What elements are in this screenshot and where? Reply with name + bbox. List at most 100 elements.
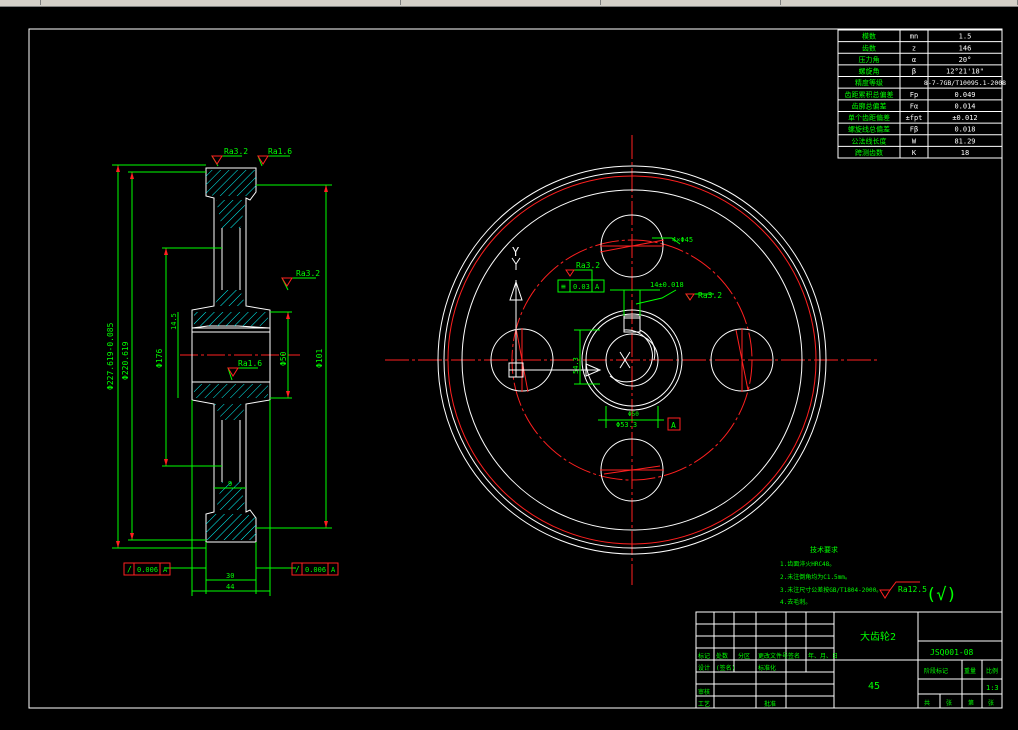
tb-approve-label: 批准 [764, 700, 776, 708]
toolbar-segment[interactable] [40, 0, 401, 5]
title-block: 标记 处数 分区 更改文件号 签名 年、月、日设计 (签名) 标准化审核工艺 批准 大齿轮2 45 J… [695, 611, 1003, 709]
param-cell-1-0: 齿数 [862, 43, 876, 52]
param-cell-6-1: Fα [910, 102, 918, 110]
roughness-mid: Ra3.2 [296, 269, 320, 278]
toolbar-segment[interactable] [0, 0, 41, 5]
toolbar-segment[interactable] [780, 0, 1018, 5]
svg-text:0.006: 0.006 [137, 566, 158, 574]
rim-bottom-hatch [206, 514, 256, 540]
param-cell-10-0: 跨测齿数 [855, 148, 883, 157]
param-cell-8-0: 螺旋线总偏差 [848, 125, 890, 134]
axis-y-label: Y [512, 245, 520, 259]
roughness-top-2: Ra1.6 [268, 147, 292, 156]
param-cell-6-0: 齿廓总偏差 [852, 101, 887, 110]
dim-face-width: 30 [226, 572, 234, 580]
tb-sheet-unit-2: 张 [988, 699, 994, 707]
param-cell-3-1: β [912, 68, 916, 76]
tb-weight-label: 重量 [964, 667, 976, 675]
other-roughness-symbol: Ra12.5 (√) [879, 581, 957, 605]
tb-design-label: 设计 [698, 664, 710, 672]
tb-standard-label: 标准化 [758, 664, 776, 672]
svg-text:2.未注倒角均为C1.5mm。: 2.未注倒角均为C1.5mm。 [780, 573, 851, 581]
param-cell-7-0: 单个齿距偏差 [848, 113, 890, 122]
tb-check-label: 审核 [698, 688, 710, 696]
dim-keyway: 14.5 [170, 313, 178, 330]
param-cell-5-1: Fp [910, 91, 918, 99]
tb-material: 45 [868, 681, 880, 692]
svg-text:A: A [163, 566, 168, 574]
cad-drawing-canvas[interactable]: 模数 mn 1.5 齿数 z 146 压力角 α 20° 螺旋角 β 12°21'18" 精度等级 8-7… [0, 6, 1018, 730]
param-cell-3-0: 螺旋角 [859, 67, 880, 76]
symmetry-tolerance: ≡ 0.03 A [557, 279, 605, 293]
tb-part-name: 大齿轮2 [860, 630, 896, 643]
rim-top-hatch [206, 170, 256, 196]
param-cell-9-0: 公法线长度 [852, 136, 887, 145]
tb-drawing-number: JSQ001-08 [930, 648, 974, 657]
toolbar-segment[interactable] [600, 0, 781, 5]
param-cell-4-2: 8-7-7GB/T10095.1-2008 [924, 79, 1006, 87]
hub-bottom-hatch [194, 384, 268, 398]
gear-parameter-table: 模数 mn 1.5 齿数 z 146 压力角 α 20° 螺旋角 β 12°21'18" 精度等级 8-7… [837, 29, 1006, 159]
technical-requirements: 技术要求 1.齿面淬火HRC48。 2.未注倒角均为C1.5mm。 3.未注尺寸… [780, 545, 882, 606]
tb-header-0: 标记 [698, 652, 710, 660]
svg-text:0.006: 0.006 [305, 566, 326, 574]
param-cell-2-0: 压力角 [859, 55, 880, 64]
roughness-hub: Ra3.2 [698, 291, 722, 300]
dim-key-width: 14±0.018 [650, 281, 684, 289]
tb-sheet-total: 共 [924, 699, 930, 707]
tb-sheet-no: 第 [968, 699, 974, 707]
param-cell-7-1: ±fpt [906, 114, 923, 122]
svg-text:A: A [671, 421, 676, 430]
roughness-keyway: Ra3.2 [576, 261, 600, 270]
param-cell-0-1: mn [910, 33, 918, 41]
tb-header-4: 签名 [788, 652, 800, 660]
param-cell-10-2: 18 [961, 149, 969, 157]
dim-web-diameter: Φ176 [155, 349, 164, 368]
dim-root-diameter: Φ220.619 [121, 341, 130, 380]
svg-text:1.齿面淬火HRC48。: 1.齿面淬火HRC48。 [780, 560, 835, 568]
param-cell-8-2: 0.018 [954, 126, 975, 134]
gear-section-view: Φ227.619-0.085 Φ220.619 Φ176 14.5 Φ101 Φ… [106, 147, 339, 596]
svg-text:技术要求: 技术要求 [810, 545, 838, 554]
dim-bore-diameter: Φ50 [279, 351, 288, 366]
tb-header-3: 更改文件号 [758, 652, 788, 660]
runout-tolerance-left: / 0.006 A [123, 562, 171, 576]
param-cell-10-1: K [912, 149, 917, 157]
tb-process-label: 工艺 [698, 700, 710, 708]
dim-web-thickness: 9 [228, 480, 232, 488]
tb-design-sign: (签名) [716, 664, 735, 672]
tb-stage-label: 阶段标记 [924, 667, 948, 675]
tb-header-5: 年、月、日 [808, 652, 838, 660]
dim-hub-diameter: Φ101 [315, 349, 324, 368]
param-cell-0-2: 1.5 [959, 33, 972, 41]
tb-sheet-unit: 张 [946, 699, 952, 707]
param-cell-9-1: W [912, 137, 917, 145]
param-cell-4-0: 精度等级 [855, 78, 883, 87]
param-cell-1-2: 146 [959, 44, 972, 52]
dim-hole-diameter: 4×Φ45 [672, 236, 693, 244]
tb-header-2: 分区 [738, 652, 750, 660]
dim-hub-length: 44 [226, 583, 234, 591]
svg-text:3.未注尺寸公差按GB/T1804-2000。: 3.未注尺寸公差按GB/T1804-2000。 [780, 586, 882, 594]
svg-text:0.03: 0.03 [573, 283, 590, 291]
svg-text:4.去毛刺。: 4.去毛刺。 [780, 598, 811, 606]
roughness-top: Ra3.2 [224, 147, 248, 156]
svg-text:≡: ≡ [561, 282, 566, 291]
param-cell-9-2: 81.29 [954, 137, 975, 145]
tb-scale-value: 1:3 [986, 684, 999, 692]
runout-tolerance-right: / 0.006 A [291, 562, 339, 576]
param-cell-2-1: α [912, 56, 916, 64]
tb-header-1: 处数 [716, 652, 728, 660]
svg-text:A: A [595, 283, 600, 291]
toolbar-segment[interactable] [400, 0, 601, 5]
datum-a-box: A [667, 417, 681, 431]
param-cell-8-1: Fβ [910, 126, 918, 134]
svg-text:Ra12.5: Ra12.5 [898, 585, 927, 594]
dim-outer-diameter: Φ227.619-0.085 [106, 322, 115, 390]
param-cell-0-0: 模数 [862, 32, 876, 41]
param-cell-2-2: 20° [959, 56, 972, 64]
svg-text:/: / [295, 565, 300, 574]
dim-hub-label: Φ53.3 [616, 421, 637, 429]
param-cell-5-2: 0.049 [954, 91, 975, 99]
param-cell-6-2: 0.014 [954, 102, 975, 110]
